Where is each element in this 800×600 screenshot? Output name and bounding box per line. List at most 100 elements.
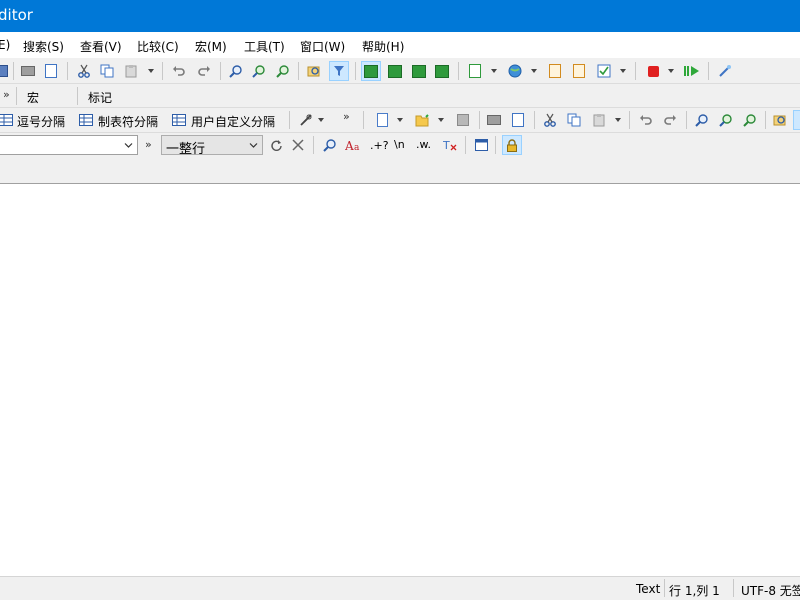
globe-icon[interactable]: [505, 61, 525, 81]
svg-text:a: a: [354, 143, 360, 152]
find-in-files-icon[interactable]: [304, 61, 324, 81]
toolbar-overflow-chevron[interactable]: »: [145, 138, 152, 151]
paste-icon[interactable]: [121, 61, 141, 81]
search-mode-select[interactable]: 一整行: [161, 135, 263, 157]
filter-icon[interactable]: [329, 61, 349, 81]
toolbar-separator: [635, 62, 636, 80]
window-title: ditor: [0, 6, 33, 24]
cut-icon[interactable]: [540, 110, 560, 130]
tools-dropdown[interactable]: [316, 110, 326, 130]
table-icon[interactable]: [0, 110, 16, 130]
window-icon[interactable]: [471, 135, 491, 155]
wand-icon[interactable]: [715, 61, 735, 81]
toolbar-separator: [363, 111, 364, 129]
toolbar-separator: [67, 62, 68, 80]
print-icon[interactable]: [18, 61, 38, 81]
menu-bar: E) 搜索(S) 查看(V) 比较(C) 宏(M) 工具(T) 窗口(W) 帮助…: [0, 32, 800, 58]
toolbar-separator: [162, 62, 163, 80]
find-previous-icon[interactable]: [740, 110, 760, 130]
edit-document-2-icon[interactable]: [569, 61, 589, 81]
globe-dropdown[interactable]: [529, 61, 539, 81]
menu-help[interactable]: 帮助(H): [362, 38, 404, 55]
table-icon[interactable]: [76, 110, 96, 130]
find-next-icon[interactable]: [249, 61, 269, 81]
copy-icon[interactable]: [564, 110, 584, 130]
find-icon[interactable]: [226, 61, 246, 81]
find-icon[interactable]: [692, 110, 712, 130]
toolbar-separator: [313, 136, 314, 154]
print-icon[interactable]: [484, 110, 504, 130]
play-macro-icon[interactable]: [682, 61, 702, 81]
status-separator: [733, 579, 734, 597]
font-icon[interactable]: Aa: [344, 135, 364, 155]
search-combo[interactable]: [0, 135, 138, 155]
menu-macro[interactable]: 宏(M): [195, 38, 227, 55]
find-next-icon[interactable]: [716, 110, 736, 130]
toolbar-separator: [465, 136, 466, 154]
print-preview-icon[interactable]: [508, 110, 528, 130]
tab-tab-separated[interactable]: 制表符分隔: [98, 113, 158, 130]
toolbar-separator: [629, 111, 630, 129]
document-tab-strip: [0, 158, 800, 184]
find-previous-icon[interactable]: [273, 61, 293, 81]
save-icon[interactable]: [0, 61, 12, 81]
tab-user-defined[interactable]: 用户自定义分隔: [191, 113, 275, 130]
view-mode-2-icon[interactable]: [385, 61, 405, 81]
copy-icon[interactable]: [97, 61, 117, 81]
status-bar: Text 行 1,列 1 UTF-8 无签: [0, 576, 800, 600]
save-icon[interactable]: [453, 110, 473, 130]
overflow-button[interactable]: [793, 110, 800, 130]
toolbar-separator: [686, 111, 687, 129]
paste-dropdown[interactable]: [613, 110, 623, 130]
table-icon[interactable]: [169, 110, 189, 130]
edit-document-icon[interactable]: [545, 61, 565, 81]
new-file-icon[interactable]: [372, 110, 392, 130]
menu-compare[interactable]: 比较(C): [137, 38, 179, 55]
editor-area[interactable]: [0, 184, 800, 576]
redo-icon[interactable]: [194, 61, 214, 81]
lock-icon[interactable]: [502, 135, 522, 155]
newline-toggle[interactable]: \n: [394, 138, 405, 151]
menu-window[interactable]: 窗口(W): [300, 38, 345, 55]
main-toolbar: [0, 58, 800, 84]
find-in-files-icon[interactable]: [770, 110, 790, 130]
menu-tools[interactable]: 工具(T): [244, 38, 285, 55]
clear-format-icon[interactable]: T: [440, 135, 460, 155]
print-preview-icon[interactable]: [41, 61, 61, 81]
regex-toggle[interactable]: .+?: [370, 139, 389, 152]
undo-icon[interactable]: [636, 110, 656, 130]
record-dropdown[interactable]: [666, 61, 676, 81]
redo-icon[interactable]: [660, 110, 680, 130]
toolbar-overflow-chevron[interactable]: »: [343, 110, 350, 123]
search-icon[interactable]: [320, 135, 340, 155]
view-mode-1-icon[interactable]: [361, 61, 381, 81]
checklist-dropdown[interactable]: [618, 61, 628, 81]
svg-text:T: T: [443, 139, 450, 152]
paste-dropdown[interactable]: [146, 61, 156, 81]
menu-search[interactable]: 搜索(S): [23, 38, 64, 55]
cut-icon[interactable]: [74, 61, 94, 81]
checklist-icon[interactable]: [594, 61, 614, 81]
toolbar-overflow-chevron[interactable]: »: [3, 88, 10, 101]
svg-text:A: A: [345, 139, 354, 152]
refresh-icon[interactable]: [266, 135, 286, 155]
open-dropdown[interactable]: [436, 110, 446, 130]
toolbar-separator: [77, 87, 78, 105]
view-mode-4-icon[interactable]: [432, 61, 452, 81]
whitespace-toggle[interactable]: .w.: [416, 138, 431, 151]
macro-label[interactable]: 宏: [27, 89, 39, 106]
tools-icon[interactable]: [296, 110, 316, 130]
new-file-dropdown[interactable]: [395, 110, 405, 130]
open-folder-icon[interactable]: [412, 110, 432, 130]
menu-view[interactable]: 查看(V): [80, 38, 122, 55]
undo-icon[interactable]: [169, 61, 189, 81]
menu-edit[interactable]: E): [0, 38, 10, 52]
bookmark-label[interactable]: 标记: [88, 89, 112, 106]
close-icon[interactable]: [288, 135, 308, 155]
tab-comma-separated[interactable]: 逗号分隔: [17, 113, 65, 130]
paste-icon[interactable]: [589, 110, 609, 130]
stop-record-icon[interactable]: [643, 61, 663, 81]
spellcheck-icon[interactable]: [465, 61, 485, 81]
view-mode-3-icon[interactable]: [409, 61, 429, 81]
spellcheck-dropdown[interactable]: [489, 61, 499, 81]
